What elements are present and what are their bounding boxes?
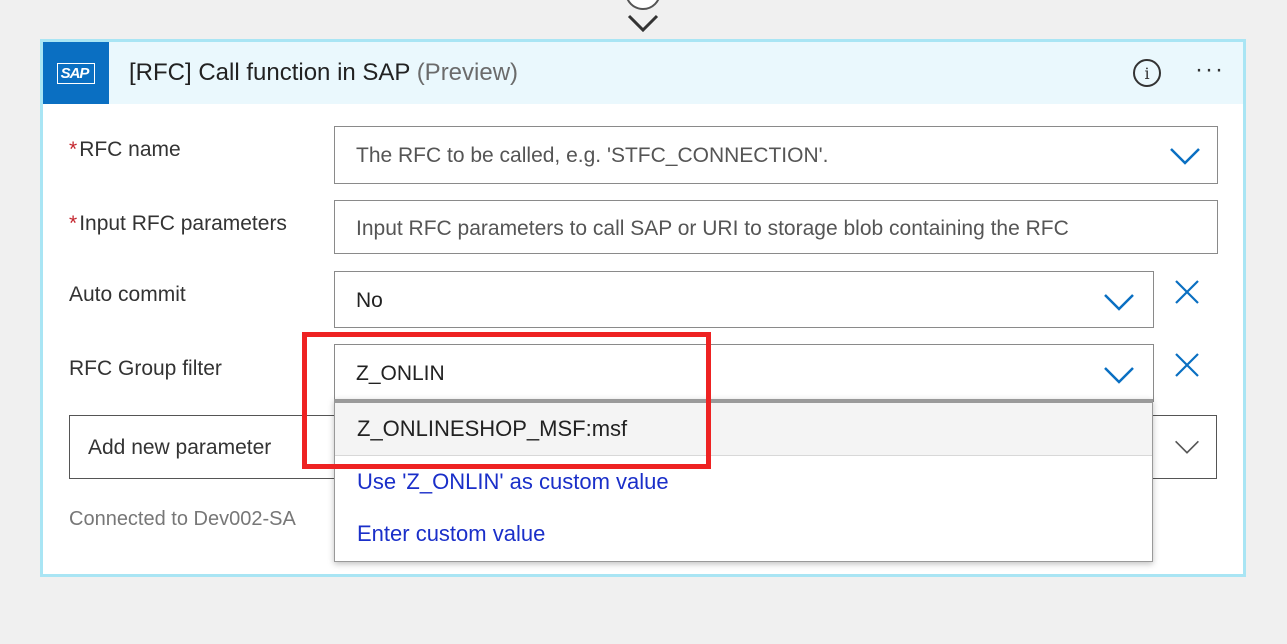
card-title-preview: (Preview) bbox=[416, 59, 519, 86]
dropdown-option-label: Z_ONLINESHOP_MSF:msf bbox=[357, 416, 628, 441]
card-title[interactable]: [RFC] Call function in SAP (Preview) bbox=[129, 59, 518, 87]
required-marker: * bbox=[69, 212, 78, 235]
chevron-down-icon[interactable] bbox=[1174, 438, 1200, 456]
dropdown-option[interactable]: Z_ONLINESHOP_MSF:msf bbox=[335, 403, 1152, 456]
rfc-group-filter-dropdown: Z_ONLINESHOP_MSF:msf Use 'Z_ONLIN' as cu… bbox=[334, 399, 1153, 562]
more-options-icon[interactable]: ··· bbox=[1195, 56, 1225, 84]
chevron-down-icon[interactable] bbox=[1169, 146, 1201, 166]
remove-auto-commit-close-icon[interactable] bbox=[1172, 277, 1202, 307]
remove-rfc-group-filter-close-icon[interactable] bbox=[1172, 350, 1202, 380]
chevron-down-icon[interactable] bbox=[1103, 292, 1135, 312]
dropdown-option-enter-custom[interactable]: Enter custom value bbox=[335, 521, 1152, 555]
sap-logo-text: SAP bbox=[56, 62, 96, 84]
chevron-down-icon[interactable] bbox=[1103, 365, 1135, 385]
auto-commit-value: No bbox=[356, 289, 383, 312]
add-new-parameter-label: Add new parameter bbox=[88, 436, 272, 459]
rfc-name-placeholder: The RFC to be called, e.g. 'STFC_CONNECT… bbox=[356, 144, 829, 167]
rfc-name-label: *RFC name bbox=[69, 138, 181, 162]
dropdown-option-label: Enter custom value bbox=[357, 521, 546, 546]
input-params-label-text: Input RFC parameters bbox=[79, 212, 287, 235]
rfc-group-filter-label: RFC Group filter bbox=[69, 357, 222, 380]
input-params-label: *Input RFC parameters bbox=[69, 212, 287, 236]
card-title-text: [RFC] Call function in SAP bbox=[129, 59, 411, 86]
dropdown-option-use-custom[interactable]: Use 'Z_ONLIN' as custom value bbox=[335, 469, 1152, 503]
auto-commit-select[interactable]: No bbox=[334, 271, 1154, 328]
sap-logo: SAP bbox=[43, 42, 109, 104]
connection-status-text: Connected to Dev002-SA bbox=[69, 508, 296, 530]
input-params-field[interactable]: Input RFC parameters to call SAP or URI … bbox=[334, 200, 1218, 254]
rfc-group-filter-input[interactable]: Z_ONLIN bbox=[334, 344, 1154, 402]
required-marker: * bbox=[69, 138, 78, 161]
rfc-group-filter-value: Z_ONLIN bbox=[356, 362, 445, 385]
card-header[interactable]: SAP [RFC] Call function in SAP (Preview)… bbox=[43, 42, 1243, 104]
rfc-name-field[interactable]: The RFC to be called, e.g. 'STFC_CONNECT… bbox=[334, 126, 1218, 184]
flow-connector-arrow-icon bbox=[626, 0, 660, 32]
sap-action-card: SAP [RFC] Call function in SAP (Preview)… bbox=[40, 39, 1246, 577]
rfc-name-label-text: RFC name bbox=[79, 138, 181, 161]
auto-commit-label: Auto commit bbox=[69, 283, 186, 306]
dropdown-option-label: Use 'Z_ONLIN' as custom value bbox=[357, 469, 669, 494]
input-params-placeholder: Input RFC parameters to call SAP or URI … bbox=[356, 217, 1069, 240]
info-icon[interactable]: i bbox=[1133, 59, 1161, 87]
